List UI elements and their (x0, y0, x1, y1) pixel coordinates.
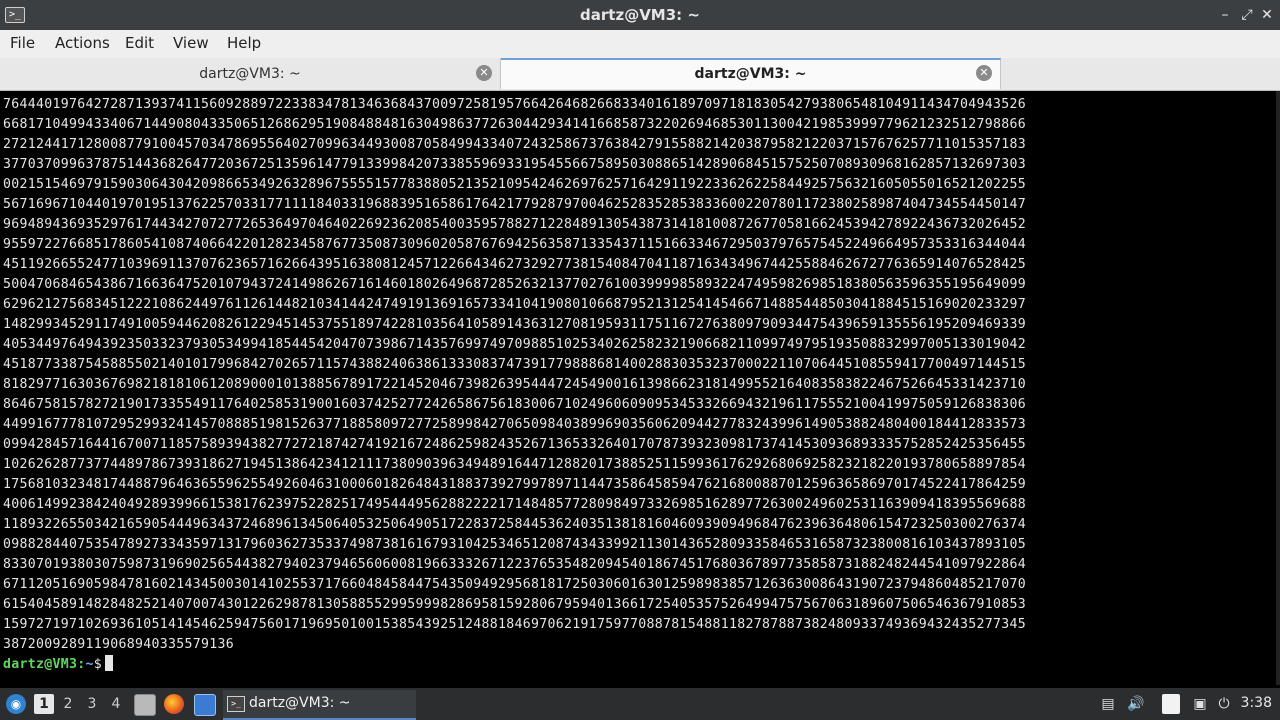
terminal-line: 5671696710440197019513762257033177111184… (3, 197, 1026, 212)
clipboard-icon[interactable] (1162, 694, 1180, 714)
workspace-1[interactable]: 1 (34, 694, 54, 714)
power-icon[interactable]: ⏻ (1214, 694, 1234, 714)
terminal-line: 2721244171280087791004570347869556402709… (3, 137, 1026, 152)
terminal-line: 1597271971026936105141454625947560171969… (3, 617, 1026, 632)
task-terminal[interactable]: >_ dartz@VM3: ~ (223, 690, 416, 720)
terminal-scrollbar[interactable] (1276, 91, 1280, 685)
file-manager-icon[interactable] (134, 694, 156, 716)
volume-icon[interactable]: 🔊 (1126, 694, 1146, 714)
terminal-line: 4053449764943923503323793053499418544542… (3, 337, 1026, 352)
clock: 3:38 (1240, 695, 1272, 711)
terminal-line: 1026262877377448978673931862719451386423… (3, 457, 1026, 472)
tab-label: dartz@VM3: ~ (694, 66, 807, 82)
terminal-line: 3770370996378751443682647720367251359614… (3, 157, 1026, 172)
terminal-output: 7644401976427287139374115609288972233834… (3, 95, 1026, 675)
window-titlebar[interactable]: >_ dartz@VM3: ~ – ⤢ ✕ (0, 0, 1280, 30)
tab-close-icon[interactable]: ✕ (976, 65, 992, 81)
lubuntu-logo-icon[interactable]: ◉ (6, 694, 26, 714)
terminal-line: 9559722766851786054108740664220128234587… (3, 237, 1026, 252)
task-label: dartz@VM3: ~ (249, 695, 351, 711)
terminal-line: 0021515469791590306430420986653492632896… (3, 177, 1026, 192)
removable-drive-icon[interactable]: ▤ (1098, 694, 1118, 714)
terminal-line: 9694894369352976174434270727726536497046… (3, 217, 1026, 232)
text-cursor (105, 655, 113, 671)
tab-terminal-1[interactable]: dartz@VM3: ~ ✕ (0, 58, 501, 89)
terminal-line: 0988284407535478927334359713179603627353… (3, 537, 1026, 552)
prompt-user: dartz@VM3 (3, 657, 78, 672)
menu-file[interactable]: File (10, 34, 35, 52)
prompt-separator: : (77, 657, 86, 672)
tab-bar: dartz@VM3: ~ ✕ dartz@VM3: ~ ✕ (0, 58, 1280, 91)
terminal-line: 7644401976427287139374115609288972233834… (3, 97, 1026, 112)
terminal-line: 1756810323481744887964636559625549260463… (3, 477, 1026, 492)
terminal-line: 1482993452911749100594462082612294514537… (3, 317, 1026, 332)
terminal-view[interactable]: 7644401976427287139374115609288972233834… (0, 91, 1280, 685)
menu-actions[interactable]: Actions (55, 34, 110, 52)
terminal-line: 6711205169059847816021434500301410255371… (3, 577, 1026, 592)
terminal-line: 5004706846543867166364752010794372414986… (3, 277, 1026, 292)
terminal-line: 0994284571644167007118575893943827727218… (3, 437, 1026, 452)
menu-edit[interactable]: Edit (125, 34, 154, 52)
maximize-button[interactable]: ⤢ (1238, 6, 1256, 24)
terminal-line: 3872009289119068940335579136 (3, 637, 234, 652)
desktop-icon[interactable] (194, 694, 216, 716)
terminal-line: 4518773387545885502140101799684270265711… (3, 357, 1026, 372)
firefox-icon[interactable] (164, 694, 184, 714)
terminal-line: 6681710499433406714490804335065126862951… (3, 117, 1026, 132)
workspace-2[interactable]: 2 (58, 694, 78, 714)
workspace-4[interactable]: 4 (106, 694, 126, 714)
menu-help[interactable]: Help (227, 34, 261, 52)
workspace-3[interactable]: 3 (82, 694, 102, 714)
window-title: dartz@VM3: ~ (580, 6, 700, 24)
prompt-path: ~ (85, 657, 94, 672)
taskbar: ◉ 1 2 3 4 >_ dartz@VM3: ~ ▤ 🔊 ▣ ⏻ 3:38 (0, 688, 1280, 720)
terminal-line: 4511926655247710396911370762365716266439… (3, 257, 1026, 272)
terminal-line: 8330701938030759873196902565443827940237… (3, 557, 1026, 572)
tab-label: dartz@VM3: ~ (199, 66, 301, 82)
terminal-line: 6296212756834512221086244976112614482103… (3, 297, 1026, 312)
tab-terminal-2[interactable]: dartz@VM3: ~ ✕ (501, 58, 1001, 89)
prompt-symbol: $ (93, 657, 102, 672)
shell-prompt[interactable]: dartz@VM3:~$ (3, 655, 1026, 675)
minimize-button[interactable]: – (1216, 6, 1234, 24)
menu-bar: File Actions Edit View Help (0, 30, 1280, 58)
menu-view[interactable]: View (173, 34, 209, 52)
terminal-line: 8646758157827219017335549117640258531900… (3, 397, 1026, 412)
terminal-icon: >_ (227, 696, 245, 712)
tab-close-icon[interactable]: ✕ (476, 65, 492, 81)
terminal-line: 4499167778107295299324145708885198152637… (3, 417, 1026, 432)
terminal-line: 6154045891482848252140700743012262987813… (3, 597, 1026, 612)
close-button[interactable]: ✕ (1258, 6, 1276, 24)
network-icon[interactable]: ▣ (1190, 694, 1210, 714)
terminal-line: 1189322655034216590544496343724689613450… (3, 517, 1026, 532)
terminal-line: 8182977163036769821818106120890001013885… (3, 377, 1026, 392)
terminal-line: 4006149923842404928939966153817623975228… (3, 497, 1026, 512)
